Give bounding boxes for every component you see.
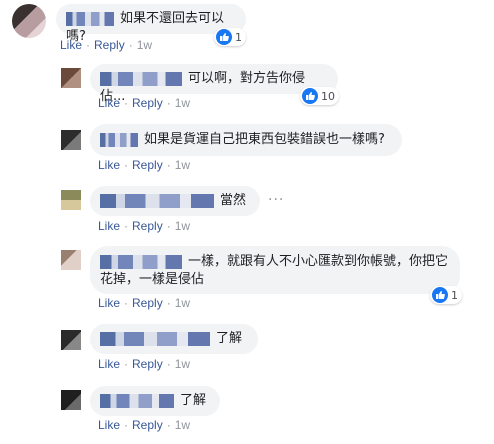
comment-actions: Like · Reply · 1w [98, 96, 191, 110]
more-options-icon[interactable]: ··· [268, 192, 284, 208]
comment-bubble: 當然 [90, 186, 260, 216]
reaction-count[interactable]: 1 [214, 28, 246, 46]
comment-actions: Like · Reply · 1w [98, 158, 191, 172]
like-link[interactable]: Like [60, 38, 82, 52]
reaction-count[interactable]: 10 [300, 87, 339, 105]
reply-link[interactable]: Reply [132, 96, 163, 110]
like-reaction-icon [216, 29, 232, 45]
like-link[interactable]: Like [98, 219, 120, 233]
timestamp[interactable]: 1w [175, 357, 190, 371]
like-reaction-icon [302, 88, 318, 104]
comment-text-line2: 花掉，一樣是侵佔 [100, 272, 205, 287]
comment-bubble: 了解 [90, 386, 220, 416]
avatar[interactable] [61, 190, 81, 210]
like-link[interactable]: Like [98, 357, 120, 371]
timestamp[interactable]: 1w [175, 219, 190, 233]
comment-text-line1: 一樣，就跟有人不小心匯款到你帳號，你把它 [188, 254, 449, 269]
comment-bubble: 一樣，就跟有人不小心匯款到你帳號，你把它 花掉，一樣是侵佔 [90, 246, 460, 294]
avatar[interactable] [61, 250, 81, 270]
reply-link[interactable]: Reply [132, 158, 163, 172]
reply-link[interactable]: Reply [94, 38, 125, 52]
comment-text: 當然 [220, 193, 247, 208]
comment-actions: Like · Reply · 1w [98, 418, 191, 432]
commenter-name[interactable] [66, 11, 114, 26]
commenter-name[interactable] [100, 71, 182, 86]
comment-bubble: 可以啊，對方告你侵佔... [90, 64, 338, 104]
timestamp[interactable]: 1w [175, 418, 190, 432]
reply-link[interactable]: Reply [132, 296, 163, 310]
like-reaction-icon [432, 287, 448, 303]
timestamp[interactable]: 1w [175, 158, 190, 172]
avatar[interactable] [61, 68, 81, 88]
comment-actions: Like · Reply · 1w [98, 357, 191, 371]
reply-link[interactable]: Reply [132, 357, 163, 371]
avatar[interactable] [61, 130, 81, 150]
like-link[interactable]: Like [98, 418, 120, 432]
comment-actions: Like · Reply · 1w [98, 219, 191, 233]
comment-actions: Like · Reply · 1w [98, 296, 191, 310]
timestamp[interactable]: 1w [175, 296, 190, 310]
commenter-name[interactable] [100, 193, 214, 208]
reaction-count[interactable]: 1 [430, 286, 462, 304]
reply-link[interactable]: Reply [132, 219, 163, 233]
avatar[interactable] [12, 4, 46, 38]
timestamp[interactable]: 1w [175, 96, 190, 110]
like-link[interactable]: Like [98, 296, 120, 310]
like-link[interactable]: Like [98, 96, 120, 110]
comment-text: 了解 [216, 331, 243, 346]
comment-bubble: 如果是貨運自己把東西包裝錯誤也一樣嗎? [90, 124, 402, 156]
timestamp[interactable]: 1w [137, 38, 152, 52]
commenter-name[interactable] [100, 393, 174, 408]
avatar[interactable] [61, 390, 81, 410]
comment-text: 如果是貨運自己把東西包裝錯誤也一樣嗎? [144, 132, 385, 147]
like-link[interactable]: Like [98, 158, 120, 172]
commenter-name[interactable] [100, 132, 138, 147]
avatar[interactable] [61, 330, 81, 350]
commenter-name[interactable] [100, 254, 182, 269]
commenter-name[interactable] [100, 331, 210, 346]
comment-bubble: 了解 [90, 324, 258, 354]
reply-link[interactable]: Reply [132, 418, 163, 432]
comment-actions: Like · Reply · 1w [60, 38, 153, 52]
comment-text: 了解 [180, 393, 207, 408]
